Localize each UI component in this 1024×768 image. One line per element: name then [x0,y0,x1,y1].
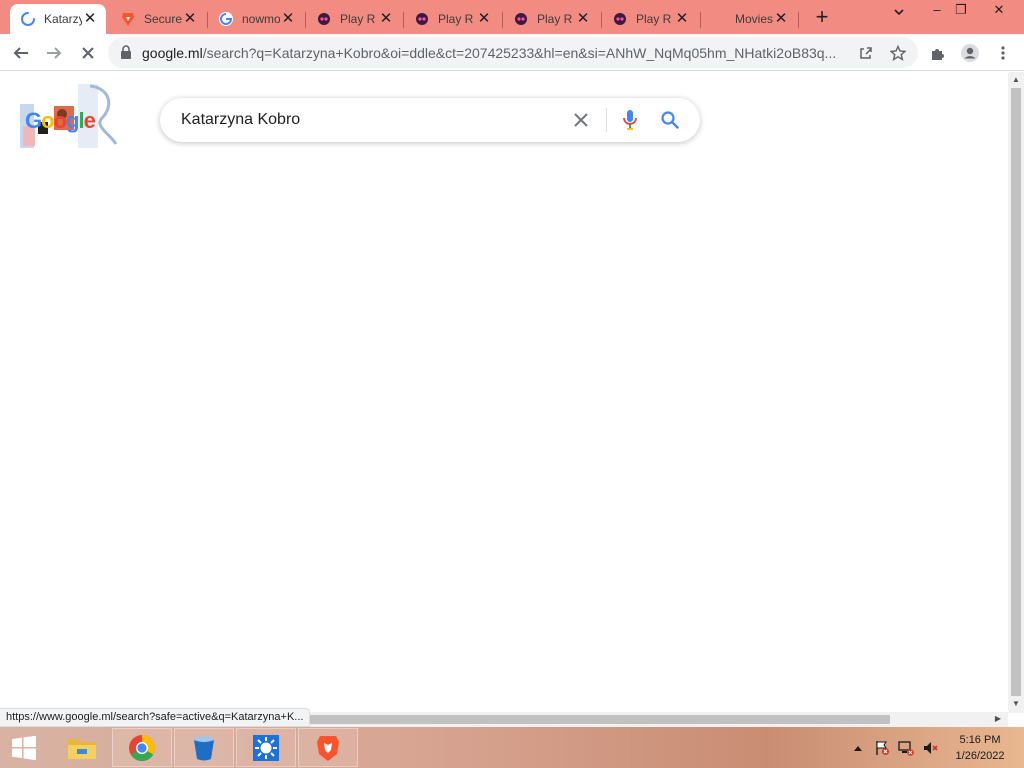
bucket-icon [194,735,214,760]
search-icon[interactable] [659,109,681,131]
chrome-taskbar-button[interactable] [112,728,172,767]
tab-close-icon[interactable]: ✕ [476,11,492,27]
clear-search-icon[interactable] [570,109,592,131]
brave-taskbar-button[interactable] [298,728,358,767]
browser-tab-strip: Katarzyna Kobro ✕ Secure ✕ nowmovies ✕ P… [0,0,1024,34]
profile-button[interactable] [957,40,983,66]
back-button[interactable] [8,40,34,66]
new-tab-button[interactable]: + [810,6,834,30]
tab-label: Play R [636,12,672,26]
volume-muted-icon[interactable] [922,740,938,756]
tab-close-icon[interactable]: ✕ [378,11,394,27]
extensions-button[interactable] [925,40,951,66]
tab-separator [798,12,799,28]
profile-avatar-icon [961,44,979,62]
tab-play-3[interactable]: Play R ✕ [503,4,599,34]
close-window-button[interactable]: ✕ [984,2,1014,24]
page-content: Google Katarzyna Kobro [0,72,1008,713]
play-site-icon [414,11,430,27]
link-status-bubble: https://www.google.ml/search?safe=active… [0,708,311,727]
bookmark-star-icon[interactable] [888,43,908,63]
tab-label: Play R [438,12,474,26]
vertical-scrollbar[interactable]: ▲ ▼ [1008,72,1024,713]
tab-close-icon[interactable]: ✕ [575,11,591,27]
tab-play-1[interactable]: Play R ✕ [306,4,402,34]
tab-label: Secure [144,12,182,26]
doodle-text: Google [25,108,96,133]
clock-date: 1/26/2022 [955,750,1005,762]
google-g-icon [218,11,234,27]
lock-icon[interactable] [120,45,132,64]
tab-play-4[interactable]: Play R ✕ [602,4,698,34]
vertical-scroll-thumb[interactable] [1011,88,1021,696]
tab-label: Katarzyna Kobro [44,12,82,26]
brave-lion-icon [317,735,339,761]
url-host: google.ml [142,45,203,61]
share-icon[interactable] [856,43,876,63]
search-divider [606,108,607,132]
blank-favicon-icon [711,11,727,27]
stop-loading-button[interactable] [75,40,101,66]
browser-toolbar: google.ml/search?q=Katarzyna+Kobro&oi=dd… [0,34,1024,71]
system-clock[interactable]: 5:16 PM 1/26/2022 [944,732,1016,764]
search-box[interactable]: Katarzyna Kobro [160,98,700,142]
windows-taskbar: 5:16 PM 1/26/2022 [0,727,1024,768]
network-icon[interactable] [898,740,914,756]
tab-nowmovies[interactable]: nowmovies ✕ [208,4,304,34]
tab-close-icon[interactable]: ✕ [674,11,690,27]
tab-label: nowmovies [242,12,280,26]
tab-play-2[interactable]: Play R ✕ [404,4,500,34]
kebab-menu-icon [1001,46,1005,60]
scroll-up-arrow-icon[interactable]: ▲ [1011,75,1021,85]
tab-katarzyna-kobro[interactable]: Katarzyna Kobro ✕ [10,4,106,34]
start-button[interactable] [0,728,48,767]
url-path: /search?q=Katarzyna+Kobro&oi=ddle&ct=207… [202,45,837,61]
forward-button[interactable] [41,40,67,66]
close-x-icon [82,47,94,59]
clock-time: 5:16 PM [959,734,1001,746]
tab-label: Play R [340,12,376,26]
tab-secure[interactable]: Secure ✕ [110,4,206,34]
url-text[interactable]: google.ml/search?q=Katarzyna+Kobro&oi=dd… [142,45,847,61]
tab-label: Play R [537,12,573,26]
restore-button[interactable]: ❐ [946,2,976,24]
arrow-right-icon [47,47,62,59]
brave-shield-icon [120,11,136,27]
sun-icon [253,734,279,761]
microphone-icon[interactable] [619,109,641,131]
scroll-down-arrow-icon[interactable]: ▼ [1011,699,1021,709]
loading-spinner-icon [20,11,36,27]
weather-app-button[interactable] [236,728,296,767]
scroll-right-arrow-icon[interactable]: ▶ [993,714,1003,724]
tab-close-icon[interactable]: ✕ [182,11,198,27]
google-doodle-logo[interactable]: Google [18,82,122,152]
tab-movies[interactable]: Movies ✕ [701,4,797,34]
search-input[interactable]: Katarzyna Kobro [181,111,300,129]
menu-button[interactable] [990,40,1016,66]
tab-search-chevron-icon[interactable] [884,6,914,28]
tab-close-icon[interactable]: ✕ [773,11,789,27]
tab-close-icon[interactable]: ✕ [280,11,296,27]
bucket-app-button[interactable] [174,728,234,767]
play-site-icon [513,11,529,27]
chrome-logo-icon [129,734,156,761]
puzzle-piece-icon [932,49,944,60]
file-explorer-button[interactable] [52,728,112,767]
arrow-left-icon [13,47,28,59]
address-bar[interactable]: google.ml/search?q=Katarzyna+Kobro&oi=dd… [108,37,918,68]
folder-icon [68,738,96,759]
action-center-flag-icon[interactable] [874,740,890,756]
play-site-icon [612,11,628,27]
tray-chevron-up-icon[interactable] [850,740,866,756]
windows-logo-icon [12,735,36,760]
tab-close-icon[interactable]: ✕ [82,11,98,27]
play-site-icon [316,11,332,27]
tab-label: Movies [735,12,773,26]
